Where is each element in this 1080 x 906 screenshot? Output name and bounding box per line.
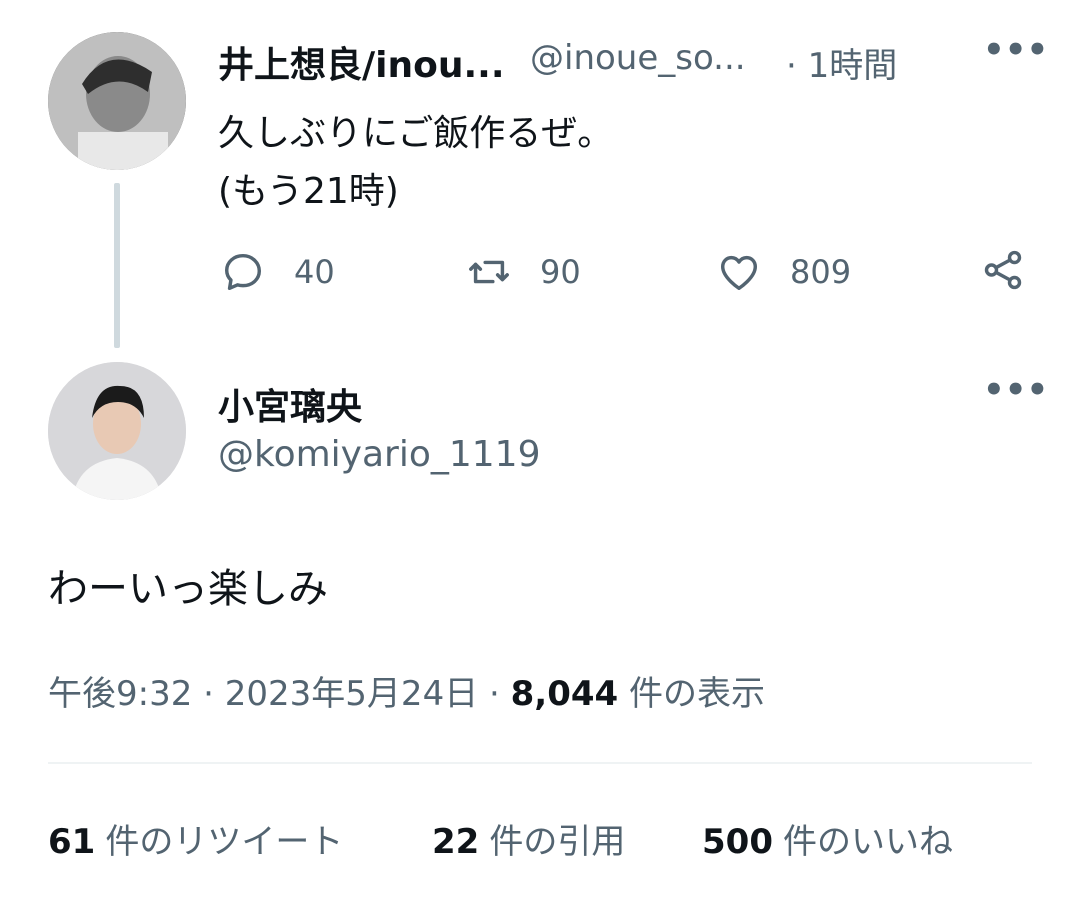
share-button[interactable] [980,248,1026,292]
reply-text: わーいっ楽しみ [48,566,328,612]
author-handle-top[interactable]: @inoue_so... [530,38,746,78]
share-icon [984,250,1022,290]
tweet-text-line-1: 久しぶりにご飯作るぜ。 [218,113,614,154]
thread-line [114,183,120,348]
likes-stat[interactable]: 500 件のいいね [702,814,953,863]
more-icon[interactable]: ••• [983,370,1048,410]
retweets-stat[interactable]: 61 件のリツイート [48,814,343,863]
tweet-meta: 午後9:32 · 2023年5月24日 · 8,044 件の表示 [48,666,765,715]
author-handle-bottom[interactable]: @komiyario_1119 [218,434,540,475]
quotes-stat[interactable]: 22 件の引用 [432,814,625,863]
reply-icon [224,253,262,291]
author-name-top[interactable]: 井上想良/inou... [218,36,505,88]
retweet-count: 90 [540,253,581,291]
retweets-label: 件のリツイート [105,822,344,862]
like-count: 809 [790,253,852,291]
likes-count: 500 [702,822,773,862]
retweet-button[interactable]: 90 [466,250,581,294]
author-avatar-bottom[interactable] [48,362,186,500]
reply-count: 40 [294,253,335,291]
author-name-bottom[interactable]: 小宮璃央 [218,378,362,430]
divider [48,762,1032,764]
likes-label: 件のいいね [782,822,953,862]
quotes-count: 22 [432,822,480,862]
author-avatar-top[interactable] [48,32,186,170]
like-icon [720,255,758,291]
retweet-icon [469,260,509,284]
like-button[interactable]: 809 [716,250,851,294]
tweet-text-line-2: (もう21時) [218,171,399,212]
quotes-label: 件の引用 [489,822,626,862]
tweet-timestamp[interactable]: 午後9:32 · 2023年5月24日 · [48,674,511,714]
retweets-count: 61 [48,822,96,862]
views-count: 8,044 [510,674,619,714]
more-icon[interactable]: ••• [983,30,1048,70]
tweet-time-top[interactable]: · 1時間 [786,38,897,87]
reply-button[interactable]: 40 [220,250,335,294]
views-label: 件の表示 [618,674,765,714]
